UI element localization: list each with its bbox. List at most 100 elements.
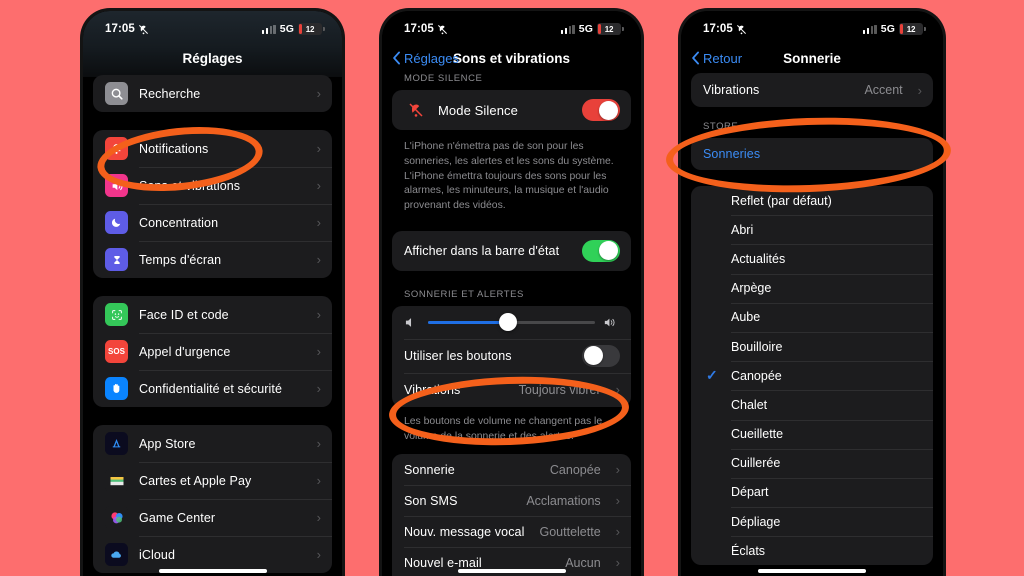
phone-2-sounds-settings: 17:05 5G 12 Réglages Sons et vibrations … (379, 8, 644, 576)
vibrations-row[interactable]: Vibrations Toujours vibrer › (392, 372, 631, 407)
chevron-right-icon: › (615, 493, 620, 509)
sonnerie-value: Canopée (549, 462, 601, 477)
sidebar-item-concentration[interactable]: Concentration › (93, 204, 332, 241)
app-store-icon (105, 432, 128, 455)
network-type-label: 5G (578, 23, 593, 35)
ringtone-option[interactable]: Arpège (691, 273, 933, 303)
check-icon: ✓ (706, 367, 718, 384)
nouvel-email-value: Aucun (565, 555, 601, 570)
ringtone-option[interactable]: Cueillette (691, 419, 933, 449)
back-button[interactable]: Retour (691, 41, 742, 75)
ringtone-option[interactable]: Chalet (691, 390, 933, 419)
phone-2-scroll[interactable]: MODE SILENCE Mode Silence L'iPhone n'éme… (382, 73, 641, 576)
ringtone-option[interactable]: Reflet (par défaut) (691, 186, 933, 215)
store-group: Sonneries (691, 138, 933, 170)
sounds-icon (105, 174, 128, 197)
section-header-sonnerie-alertes: SONNERIE ET ALERTES (404, 288, 524, 300)
son-sms-row[interactable]: Son SMS Acclamations › (392, 485, 631, 516)
sidebar-item-appel-urgence[interactable]: SOS Appel d'urgence › (93, 333, 332, 370)
message-vocal-row[interactable]: Nouv. message vocal Gouttelette › (392, 516, 631, 547)
sidebar-item-recherche[interactable]: Recherche › (93, 75, 332, 112)
system-group: Notifications › Sons et vibrations › Con… (93, 130, 332, 278)
ringtone-option-label: Arpège (731, 281, 772, 296)
chevron-right-icon: › (316, 178, 321, 193)
message-vocal-label: Nouv. message vocal (404, 524, 525, 539)
cellular-signal-icon (863, 24, 877, 34)
ringtone-option[interactable]: Dépliage (691, 507, 933, 536)
sidebar-item-app-store[interactable]: App Store › (93, 425, 332, 462)
sound-assignments-group: Sonnerie Canopée › Son SMS Acclamations … (392, 454, 631, 576)
ringer-volume-slider[interactable] (392, 306, 631, 339)
chevron-left-icon (393, 51, 400, 65)
sidebar-item-confidentialite[interactable]: Confidentialité et sécurité › (93, 370, 332, 407)
ringtone-option[interactable]: Départ (691, 477, 933, 507)
chevron-right-icon: › (316, 141, 321, 156)
sidebar-item-label: Appel d'urgence (139, 344, 231, 359)
show-in-status-bar-row[interactable]: Afficher dans la barre d'état (392, 231, 631, 271)
sidebar-item-notifications[interactable]: Notifications › (93, 130, 332, 167)
game-center-icon (105, 506, 128, 529)
ringtone-option[interactable]: Abri (691, 215, 933, 244)
ringtone-option[interactable]: ✓ Canopée (691, 361, 933, 390)
chevron-right-icon: › (615, 382, 620, 398)
sidebar-item-game-center[interactable]: Game Center › (93, 499, 332, 536)
chevron-right-icon: › (316, 252, 321, 267)
home-indicator (758, 569, 866, 573)
ringtone-option-label: Cueillette (731, 427, 784, 442)
status-time: 17:05 (404, 23, 434, 35)
mode-silence-group: Mode Silence (392, 90, 631, 130)
sonnerie-row[interactable]: Sonnerie Canopée › (392, 454, 631, 485)
ringtone-option-label: Reflet (par défaut) (731, 193, 832, 208)
sidebar-item-label: Concentration (139, 215, 219, 230)
mode-silence-label: Mode Silence (438, 102, 518, 118)
slider-track[interactable] (428, 313, 595, 332)
chevron-right-icon: › (316, 215, 321, 230)
battery-indicator: 12 (298, 23, 325, 35)
screen-time-icon (105, 248, 128, 271)
volume-high-icon (604, 318, 615, 327)
ringtone-option[interactable]: Actualités (691, 244, 933, 273)
chevron-right-icon: › (316, 436, 321, 451)
ringtone-option-label: Éclats (731, 543, 766, 558)
ringtone-option-label: Dépliage (731, 514, 781, 529)
ringtone-option[interactable]: Aube (691, 302, 933, 332)
sos-icon: SOS (105, 340, 128, 363)
use-buttons-toggle[interactable] (582, 344, 620, 368)
phone-3-status-bar: 17:05 5G 12 (681, 11, 943, 41)
ringtone-option-label: Canopée (731, 368, 782, 383)
vibrations-label: Vibrations (404, 382, 461, 397)
face-id-icon (105, 303, 128, 326)
ringtone-option-label: Abri (731, 222, 754, 237)
phone-3-scroll[interactable]: Vibrations Accent › STORE Sonneries Refl… (681, 73, 943, 576)
vibrations-value: Accent (864, 83, 903, 97)
phone-1-scroll[interactable]: Recherche › Notifications › Sons et vibr… (83, 75, 342, 576)
sidebar-item-cartes-apple-pay[interactable]: Cartes et Apple Pay › (93, 462, 332, 499)
focus-icon (105, 211, 128, 234)
sonneries-store-link[interactable]: Sonneries (691, 138, 933, 170)
use-buttons-row[interactable]: Utiliser les boutons (392, 338, 631, 373)
chevron-right-icon: › (316, 86, 321, 101)
mode-silence-toggle[interactable] (582, 98, 620, 122)
chevron-right-icon: › (316, 547, 321, 562)
phone-3-ringtone-picker: 17:05 5G 12 Retour Sonnerie Vibrations A… (678, 8, 946, 576)
icloud-icon (105, 543, 128, 566)
ringtone-option[interactable]: Éclats (691, 536, 933, 565)
chevron-right-icon: › (316, 510, 321, 525)
ringtone-option[interactable]: Bouilloire (691, 331, 933, 361)
sidebar-item-label: Face ID et code (139, 307, 229, 322)
sidebar-item-icloud[interactable]: iCloud › (93, 536, 332, 573)
sidebar-item-label: App Store (139, 436, 196, 451)
vibrations-value: Toujours vibrer (518, 382, 601, 397)
sonneries-store-label: Sonneries (703, 147, 761, 161)
chevron-right-icon: › (316, 344, 321, 359)
sidebar-item-face-id[interactable]: Face ID et code › (93, 296, 332, 333)
mode-silence-row[interactable]: Mode Silence (392, 90, 631, 130)
son-sms-value: Acclamations (526, 493, 601, 508)
page-title: Réglages (182, 50, 243, 66)
sidebar-item-temps-decran[interactable]: Temps d'écran › (93, 241, 332, 278)
sidebar-item-sons-et-vibrations[interactable]: Sons et vibrations › (93, 167, 332, 204)
back-button[interactable]: Réglages (392, 41, 459, 75)
ringtone-option[interactable]: Cuillerée (691, 448, 933, 478)
vibrations-row[interactable]: Vibrations Accent › (691, 73, 933, 107)
show-in-status-bar-toggle[interactable] (582, 239, 620, 263)
